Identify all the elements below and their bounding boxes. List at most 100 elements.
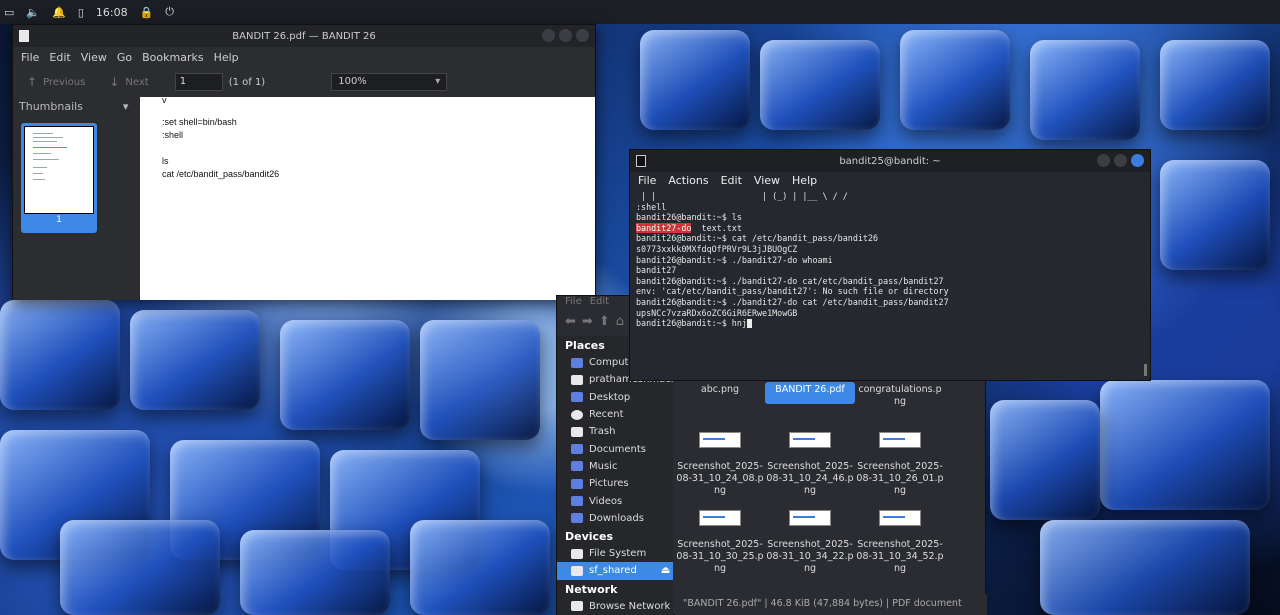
panel-tray: ▭ 🔈 🔔 ▯ 16:08 🔒 ⏻ xyxy=(0,0,1280,24)
page-number-input[interactable]: 1 xyxy=(174,73,223,91)
menu-view[interactable]: View xyxy=(81,51,107,64)
pictures-folder-icon xyxy=(571,478,583,489)
pdf-viewer-titlebar[interactable]: BANDIT 26.pdf — BANDIT 26 xyxy=(13,25,595,47)
sidebar-title[interactable]: Thumbnails xyxy=(19,100,83,113)
device-sf-shared[interactable]: sf_shared ⏏ xyxy=(557,562,673,580)
place-videos[interactable]: Videos xyxy=(557,492,673,509)
place-recent[interactable]: Recent xyxy=(557,406,673,423)
next-button[interactable]: Next xyxy=(125,77,148,88)
pdf-text-line: :shell xyxy=(162,130,184,140)
term-menu-help[interactable]: Help xyxy=(792,174,817,187)
eject-icon[interactable]: ⏏ xyxy=(661,565,670,576)
arrow-down-icon[interactable]: ↓ xyxy=(109,75,119,89)
fm-menu-edit[interactable]: Edit xyxy=(590,296,609,307)
terminal-prompt-line: bandit26@bandit:~$ hnj xyxy=(636,318,747,329)
highlighted-executable: bandit27-do xyxy=(636,222,692,233)
fm-menu-file[interactable]: File xyxy=(565,296,582,307)
videos-folder-icon xyxy=(571,496,583,507)
minimize-button[interactable] xyxy=(542,29,555,42)
pdf-menubar: File Edit View Go Bookmarks Help xyxy=(13,47,595,67)
file-item[interactable]: Screenshot_2025-08-31_10_24_46.png xyxy=(765,432,855,497)
term-menu-view[interactable]: View xyxy=(754,174,780,187)
disk-icon xyxy=(571,548,583,559)
volume-icon[interactable]: 🔈 xyxy=(26,6,40,19)
menu-go[interactable]: Go xyxy=(117,51,132,64)
term-menu-file[interactable]: File xyxy=(638,174,656,187)
image-thumbnail xyxy=(699,432,741,448)
terminal-line: bandit26@bandit:~$ cat /etc/bandit_pass/… xyxy=(636,233,879,244)
computer-icon xyxy=(571,357,583,368)
menu-help[interactable]: Help xyxy=(214,51,239,64)
place-pictures[interactable]: Pictures xyxy=(557,475,673,492)
terminal-line: upsNCc7vzaRDx6oZC6GiR6ERwe1MowGB xyxy=(636,307,798,318)
lock-icon[interactable]: 🔒 xyxy=(140,6,154,19)
menu-file[interactable]: File xyxy=(21,51,39,64)
maximize-button[interactable] xyxy=(559,29,572,42)
minimize-button[interactable] xyxy=(1097,154,1110,167)
close-button[interactable] xyxy=(1131,154,1144,167)
terminal-titlebar[interactable]: bandit25@bandit: ~ xyxy=(630,150,1150,172)
close-button[interactable] xyxy=(576,29,589,42)
terminal-cursor xyxy=(746,319,752,329)
music-folder-icon xyxy=(571,461,583,472)
file-item[interactable]: BANDIT 26.pdf xyxy=(765,382,855,404)
pdf-viewer-title: BANDIT 26.pdf — BANDIT 26 xyxy=(232,30,376,42)
downloads-folder-icon xyxy=(571,513,583,524)
menu-edit[interactable]: Edit xyxy=(49,51,70,64)
terminal-line: | | | (_) | |__ \ / / xyxy=(636,191,848,201)
clock[interactable]: 16:08 xyxy=(96,6,128,19)
place-music[interactable]: Music xyxy=(557,458,673,475)
display-icon[interactable]: ▭ xyxy=(4,6,14,19)
place-documents[interactable]: Documents xyxy=(557,440,673,457)
back-icon[interactable]: ⬅ xyxy=(565,314,576,329)
recent-icon xyxy=(571,409,583,420)
battery-icon[interactable]: ▯ xyxy=(78,6,84,19)
pdf-text-line: ls xyxy=(162,156,169,166)
file-item[interactable]: Screenshot_2025-08-31_10_34_52.png xyxy=(855,510,945,575)
maximize-button[interactable] xyxy=(1114,154,1127,167)
term-menu-actions[interactable]: Actions xyxy=(668,174,708,187)
trash-icon xyxy=(571,426,583,437)
terminal-line: bandit27 xyxy=(636,265,677,276)
pdf-text-line: cat /etc/bandit_pass/bandit26 xyxy=(162,169,280,179)
power-icon[interactable]: ⏻ xyxy=(165,5,174,19)
page-thumbnail[interactable]: 1 xyxy=(21,123,97,233)
pdf-text-line xyxy=(162,103,595,116)
fm-statusbar: "BANDIT 26.pdf" | 46.8 KiB (47,884 bytes… xyxy=(675,594,987,615)
sidebar-dropdown-icon[interactable]: ▾ xyxy=(123,100,129,113)
devices-header: Devices xyxy=(565,529,614,543)
terminal-line: bandit26@bandit:~$ ./bandit27-do cat /et… xyxy=(636,296,949,307)
file-item[interactable]: Screenshot_2025-08-31_10_26_01.png xyxy=(855,432,945,497)
arrow-up-icon[interactable]: ↑ xyxy=(27,75,37,89)
notification-bell-icon[interactable]: 🔔 xyxy=(52,6,66,19)
file-item[interactable]: Screenshot_2025-08-31_10_34_22.png xyxy=(765,510,855,575)
image-thumbnail xyxy=(879,510,921,526)
term-menu-edit[interactable]: Edit xyxy=(721,174,742,187)
terminal-line: env: 'cat/etc/bandit_pass/bandit27': No … xyxy=(636,286,949,297)
zoom-select[interactable]: 100% xyxy=(331,73,448,91)
up-icon[interactable]: ⬆ xyxy=(599,314,610,329)
file-item[interactable]: Screenshot_2025-08-31_10_30_25.png xyxy=(675,510,765,575)
terminal-line: bandit26@bandit:~$ ./bandit27-do whoami xyxy=(636,254,833,265)
network-browse[interactable]: Browse Network xyxy=(557,598,673,615)
file-item[interactable]: congratulations.png xyxy=(855,384,945,408)
terminal-window: bandit25@bandit: ~ File Actions Edit Vie… xyxy=(629,149,1151,381)
terminal-output[interactable]: | | | (_) | |__ \ / / :shell bandit26@ba… xyxy=(630,188,1150,332)
pdf-page: v :set shell=bin/bash :shell ls cat /etc… xyxy=(140,96,595,300)
place-trash[interactable]: Trash xyxy=(557,423,673,440)
file-item[interactable]: Screenshot_2025-08-31_10_24_08.png xyxy=(675,432,765,497)
thumbnail-page-preview xyxy=(24,126,94,214)
lock-icon xyxy=(571,565,583,576)
thumbnails-sidebar: Thumbnails ▾ ✕ 1 xyxy=(13,97,148,300)
place-downloads[interactable]: Downloads xyxy=(557,510,673,527)
forward-icon[interactable]: ➡ xyxy=(582,314,593,329)
place-desktop[interactable]: Desktop xyxy=(557,389,673,406)
file-item[interactable]: abc.png xyxy=(675,384,765,396)
network-header: Network xyxy=(565,582,618,596)
device-file-system[interactable]: File System xyxy=(557,545,673,562)
menu-bookmarks[interactable]: Bookmarks xyxy=(142,51,203,64)
previous-button[interactable]: Previous xyxy=(43,77,85,88)
home-folder-icon xyxy=(571,374,583,385)
terminal-scrollbar[interactable] xyxy=(1144,364,1147,376)
home-icon[interactable]: ⌂ xyxy=(616,314,624,329)
